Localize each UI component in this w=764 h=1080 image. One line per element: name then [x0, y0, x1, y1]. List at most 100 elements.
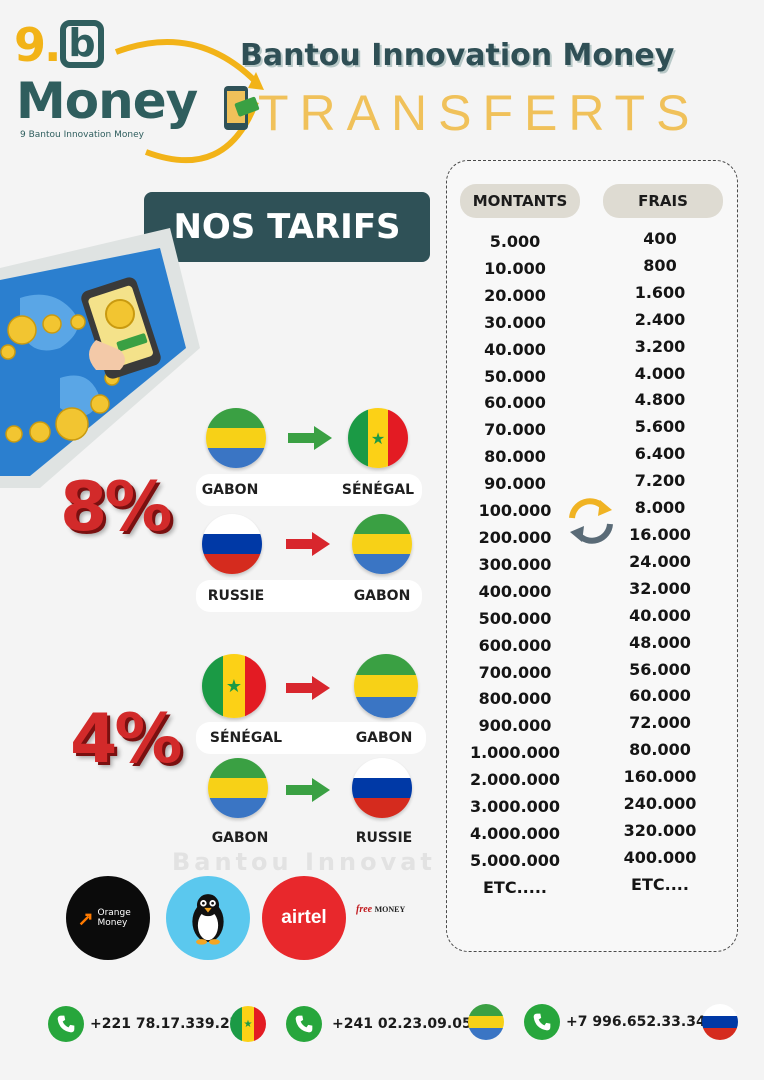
contact-phone-gabon[interactable]: +241 02.23.09.05: [332, 1016, 472, 1032]
amount-cell: 700.000: [478, 662, 552, 682]
handset-icon: [295, 1015, 313, 1033]
senegal-flag-icon: ★: [202, 654, 266, 718]
amount-cell: 30.000: [484, 312, 546, 332]
fee-cell: 4.000: [634, 363, 686, 383]
fee-cell: 2.400: [634, 309, 686, 329]
fee-cell: 16.000: [629, 524, 691, 544]
senegal-flag-icon: ★: [230, 1006, 266, 1042]
exchange-arrows-icon: [569, 498, 613, 544]
fee-cell: 60.000: [629, 686, 691, 706]
gabon-flag-icon: [354, 654, 418, 718]
amount-cell: 100.000: [478, 501, 552, 521]
amount-cell: 5.000: [489, 232, 541, 251]
arrow-right-icon: [286, 778, 330, 802]
phone-money-icon: [224, 86, 260, 130]
route-from-label: GABON: [211, 830, 269, 846]
contact-phone-senegal[interactable]: +221 78.17.339.27: [90, 1016, 239, 1032]
fee-cell: 48.000: [629, 632, 691, 652]
fee-cell: 7.200: [634, 471, 686, 491]
logo-tagline: 9 Bantou Innovation Money: [20, 130, 144, 140]
world-map-phone-illustration: [0, 228, 200, 488]
amount-cell: 600.000: [478, 635, 552, 655]
route-from-label: GABON: [201, 482, 259, 498]
orange-money-arrows-icon: [79, 913, 91, 926]
gabon-flag-icon: [468, 1004, 504, 1040]
gabon-flag-icon: [206, 408, 266, 468]
penguin-icon: [192, 894, 224, 945]
fee-cell: 80.000: [629, 740, 691, 760]
amount-cell: 200.000: [478, 527, 552, 547]
fee-cell: 320.000: [623, 820, 697, 840]
orange-money-label: Orange Money: [97, 908, 131, 928]
fee-cell: 4.800: [634, 390, 686, 410]
amounts-column: 5.000 10.000 20.000 30.000 40.000 50.000 60.00…: [460, 229, 570, 902]
free-money-label-b: MONEY: [374, 905, 406, 914]
brand-title: Bantou Innovation Money: [240, 38, 675, 73]
amount-cell: 10.000: [484, 258, 546, 278]
amount-cell: 5.000.000: [469, 850, 561, 870]
handset-icon: [57, 1015, 75, 1033]
airtel-logo: airtel: [262, 876, 346, 960]
rate-8-percent: 8%: [60, 468, 172, 547]
fees-column: 400 800 1.600 2.400 3.200 4.000 4.800 5.600 6.40…: [605, 226, 715, 899]
free-money-logo: free MONEY: [356, 904, 405, 915]
senegal-flag-icon: ★: [348, 408, 408, 468]
handset-icon: [533, 1013, 551, 1031]
route-to-label: SÉNÉGAL: [341, 482, 415, 498]
logo-b-mark: b: [60, 20, 104, 68]
route-to-label: RUSSIE: [355, 830, 413, 846]
orange-money-logo: Orange Money: [66, 876, 150, 960]
gabon-flag-icon: [208, 758, 268, 818]
russia-flag-icon: [202, 514, 262, 574]
fee-cell: 1.600: [634, 282, 686, 302]
fees-column-header: FRAIS: [603, 184, 723, 218]
arrow-right-icon: [288, 426, 332, 450]
logo-mark: 9.: [14, 18, 62, 72]
amount-cell: 70.000: [484, 420, 546, 440]
watermark-text: Bantou Innovat: [172, 848, 436, 876]
amount-cell: 80.000: [484, 447, 546, 467]
phone-icon[interactable]: [524, 1004, 560, 1040]
brand-subtitle: TRANSFERTS: [258, 85, 701, 141]
arrow-right-icon: [286, 532, 330, 556]
fee-cell: 8.000: [634, 498, 686, 518]
fee-cell: 240.000: [623, 794, 697, 814]
arrow-right-icon: [286, 676, 330, 700]
amount-cell: 4.000.000: [469, 823, 561, 843]
fee-cell: 160.000: [623, 767, 697, 787]
gabon-flag-icon: [352, 514, 412, 574]
amount-cell: 2.000.000: [469, 770, 561, 790]
fee-cell: 72.000: [629, 713, 691, 733]
fee-cell: 5.600: [634, 417, 686, 437]
amount-cell: 50.000: [484, 366, 546, 386]
airtel-label: airtel: [281, 907, 327, 928]
amount-cell: 800.000: [478, 689, 552, 709]
fee-cell: 400.000: [623, 847, 697, 867]
fee-cell: 40.000: [629, 605, 691, 625]
amount-cell: 1.000.000: [469, 743, 561, 763]
amount-cell: 40.000: [484, 339, 546, 359]
phone-icon[interactable]: [286, 1006, 322, 1042]
fee-cell: 400: [643, 229, 677, 248]
route-to-label: GABON: [355, 730, 413, 746]
phone-icon[interactable]: [48, 1006, 84, 1042]
amount-cell: 900.000: [478, 716, 552, 736]
free-money-label-a: free: [356, 904, 373, 915]
amounts-column-header: MONTANTS: [460, 184, 580, 218]
contact-phone-russia[interactable]: +7 996.652.33.34: [566, 1014, 706, 1030]
amount-cell: 90.000: [484, 474, 546, 494]
amount-cell: 3.000.000: [469, 797, 561, 817]
fee-cell: 3.200: [634, 336, 686, 356]
fee-cell: 800: [643, 255, 677, 275]
route-from-label: SÉNÉGAL: [209, 730, 283, 746]
amount-cell: 60.000: [484, 393, 546, 413]
amount-cell: 500.000: [478, 608, 552, 628]
russia-flag-icon: [702, 1004, 738, 1040]
fee-cell: 24.000: [629, 551, 691, 571]
rate-4-percent: 4%: [70, 700, 182, 779]
penguin-logo: [166, 876, 250, 960]
route-from-label: RUSSIE: [207, 588, 265, 604]
fee-cell: 6.400: [634, 444, 686, 464]
route-to-label: GABON: [353, 588, 411, 604]
amount-cell: 400.000: [478, 581, 552, 601]
